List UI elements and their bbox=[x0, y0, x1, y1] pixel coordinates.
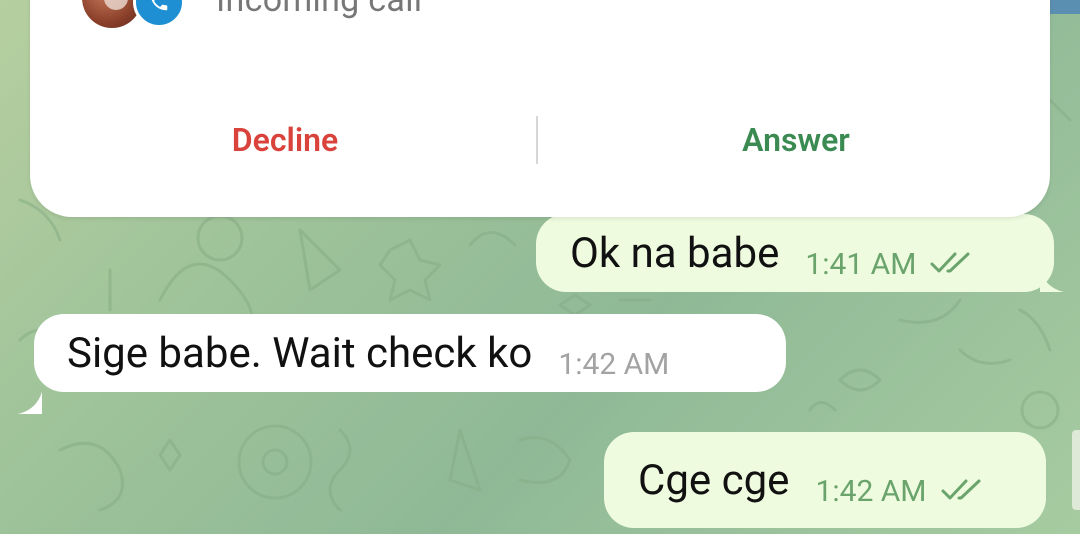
bubble-tail bbox=[18, 392, 42, 414]
message-bubble-incoming[interactable]: Sige babe. Wait check ko 1:42 AM bbox=[34, 314, 786, 392]
message-time: 1:42 AM bbox=[815, 473, 927, 509]
decline-button[interactable]: Decline bbox=[190, 116, 380, 164]
message-bubble-outgoing[interactable]: Cge cge 1:42 AM bbox=[604, 432, 1046, 528]
double-check-icon bbox=[928, 250, 978, 276]
message-text: Cge cge bbox=[638, 455, 790, 505]
divider bbox=[536, 116, 538, 164]
message-bubble-outgoing[interactable]: Ok na babe 1:41 AM bbox=[536, 214, 1054, 292]
bubble-tail bbox=[1040, 270, 1064, 292]
status-bar-edge bbox=[1050, 0, 1080, 14]
phone-icon bbox=[133, 0, 185, 28]
incoming-call-card: Incoming call Decline Answer bbox=[30, 0, 1050, 217]
double-check-icon bbox=[939, 477, 989, 503]
scroll-edge bbox=[1072, 430, 1080, 510]
message-time: 1:42 AM bbox=[558, 346, 670, 382]
answer-button[interactable]: Answer bbox=[696, 116, 896, 164]
call-status-text: Incoming call bbox=[216, 0, 423, 20]
message-time: 1:41 AM bbox=[805, 246, 917, 282]
message-text: Ok na babe bbox=[570, 228, 780, 278]
message-text: Sige babe. Wait check ko bbox=[67, 328, 533, 378]
